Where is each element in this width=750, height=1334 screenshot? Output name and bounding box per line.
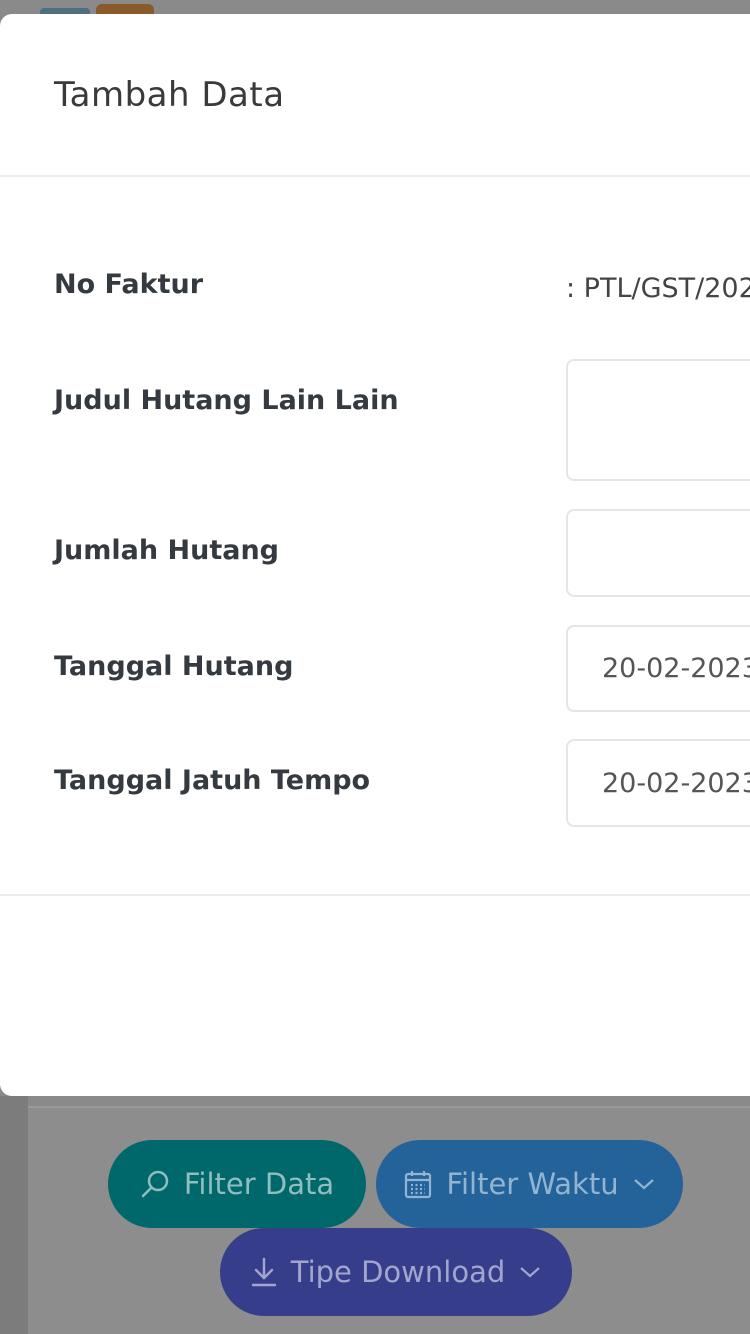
calendar-icon <box>404 1169 432 1199</box>
tanggal-jatuh-tempo-field[interactable]: 20-02-2023 <box>566 739 750 827</box>
no-faktur-label: No Faktur <box>54 269 204 300</box>
jumlah-hutang-label: Jumlah Hutang <box>54 535 279 566</box>
filter-data-button[interactable]: Filter Data <box>108 1140 366 1228</box>
background-sidebar-strip <box>0 1096 28 1334</box>
chevron-down-icon <box>519 1265 541 1279</box>
jumlah-hutang-field[interactable] <box>566 509 750 597</box>
chevron-down-icon <box>633 1177 655 1191</box>
judul-hutang-label: Judul Hutang Lain Lain <box>54 385 399 416</box>
search-icon <box>140 1169 170 1199</box>
tipe-download-button[interactable]: Tipe Download <box>220 1228 572 1316</box>
filter-data-label: Filter Data <box>183 1167 335 1201</box>
filter-waktu-label: Filter Waktu <box>446 1167 619 1201</box>
tanggal-jatuh-tempo-label: Tanggal Jatuh Tempo <box>54 765 371 796</box>
modal-header: Tambah Data <box>0 14 750 177</box>
modal-title: Tambah Data <box>54 74 285 115</box>
tanggal-hutang-label: Tanggal Hutang <box>54 651 294 682</box>
no-faktur-value: : PTL/GST/202 <box>566 273 750 304</box>
modal-body: No Faktur : PTL/GST/202 Judul Hutang Lai… <box>0 177 750 896</box>
download-icon <box>251 1257 277 1287</box>
tambah-data-modal: Tambah Data No Faktur : PTL/GST/202 Judu… <box>0 14 750 1096</box>
tanggal-hutang-field[interactable]: 20-02-2023 <box>566 625 750 712</box>
judul-hutang-field[interactable] <box>566 359 750 481</box>
tipe-download-label: Tipe Download <box>290 1255 506 1289</box>
filter-waktu-button[interactable]: Filter Waktu <box>376 1140 683 1228</box>
